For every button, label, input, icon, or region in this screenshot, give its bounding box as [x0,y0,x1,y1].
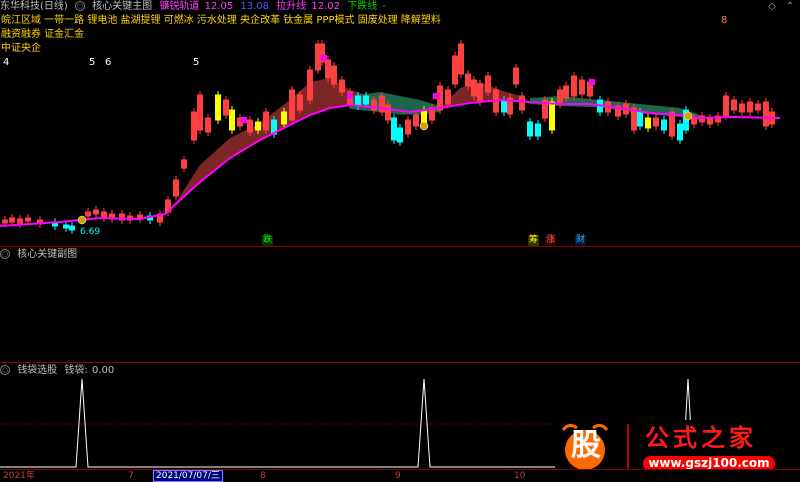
panel-divider[interactable] [0,246,800,247]
candle-body [485,75,491,93]
candle-body [247,119,253,133]
candle-body [405,119,411,135]
candle-body [255,121,261,131]
candle-body [739,103,745,113]
low-price-label: 6.69 [80,227,101,237]
candle-body [391,117,397,141]
candle-body [527,121,533,137]
candle-body [571,75,577,97]
sub2-title[interactable]: 钱袋选股 [17,365,57,376]
candle-body [763,101,769,127]
main-candlestick-chart[interactable] [0,0,800,248]
candle-body [465,73,471,87]
watermark-logo-char: 股 [571,428,601,463]
candle-body [723,95,729,117]
candle-body [458,43,464,75]
wealth-tag: 财 [575,235,587,246]
candle-body [661,119,667,131]
candle-body [707,117,713,125]
candle-body [501,99,507,113]
candle-body [263,111,269,131]
candle-body [281,111,287,125]
axis-month: 9 [395,471,401,481]
candle-body [223,99,229,116]
candle-body [197,94,203,131]
candle-body [637,111,643,127]
chip-tag: 筹 [528,235,540,246]
candle-body [339,79,345,93]
candle-body [519,95,525,111]
candle-body [413,114,419,127]
candle-body [215,94,221,121]
candle-body [297,94,303,111]
candle-body [2,219,8,224]
axis-year: 2021年 [3,471,35,481]
signal-marker [433,93,439,99]
candle-body [385,104,391,121]
candle-body [645,117,651,129]
candle-body [355,95,361,107]
settings-circle-icon[interactable]: ○ [0,365,10,375]
candle-body [379,95,385,113]
candle-body [289,89,295,121]
axis-month: 8 [260,471,266,481]
axis-month: 7 [128,471,134,481]
candle-body [513,67,519,85]
candle-body [452,55,458,85]
signal-marker [589,79,595,85]
money-bag-icon [419,121,429,131]
candle-body [173,179,179,197]
candle-body [93,209,99,215]
candle-body [331,65,337,85]
candle-body [191,111,197,141]
rise-tag: 涨 [545,235,557,246]
candle-body [747,101,753,113]
candle-body [445,89,451,105]
candle-body [549,101,555,131]
signal-marker [347,93,353,99]
candle-body [755,103,761,111]
candle-body [477,83,483,103]
candle-body [669,111,675,137]
money-bag-icon [683,111,693,121]
money-bag-icon [77,215,87,225]
candle-body [17,218,23,225]
settings-circle-icon[interactable]: ○ [0,249,10,259]
candle-body [25,217,31,222]
candle-body [397,127,403,143]
candle-body [563,85,569,99]
candle-body [63,224,69,229]
candle-body [677,123,683,141]
sub2-value: 0.00 [91,365,115,376]
fall-tag: 跌 [262,235,274,246]
candle-body [731,99,737,111]
candle-body [85,211,91,217]
sub2-label: 钱袋: [64,365,88,376]
sub1-panel[interactable] [0,262,800,362]
candle-body [363,95,369,105]
candle-body [535,123,541,137]
candle-body [69,225,75,231]
candle-body [205,117,211,133]
signal-marker [241,117,247,123]
candle-body [557,89,563,105]
date-axis[interactable]: 2021年 7 2021/07/07/三 8 9 10 [0,469,800,482]
axis-month: 10 [514,471,526,481]
sub1-header: ○ 核心关键副图 [0,248,800,261]
signal-marker [321,55,327,61]
candle-body [181,159,187,169]
sub1-title[interactable]: 核心关键副图 [17,249,77,260]
candle-body [307,69,313,101]
panel-divider[interactable] [0,362,800,363]
candle-body [691,117,697,125]
candle-body [471,79,477,97]
candle-body [653,117,659,127]
watermark: 股 公式之家 www.gszj100.com [555,420,800,475]
candle-body [325,59,331,79]
candle-body [579,79,585,95]
candle-body [9,217,15,223]
watermark-title: 公式之家 [645,423,757,452]
candle-body [229,109,235,131]
cursor-date: 2021/07/07/三 [153,470,223,482]
